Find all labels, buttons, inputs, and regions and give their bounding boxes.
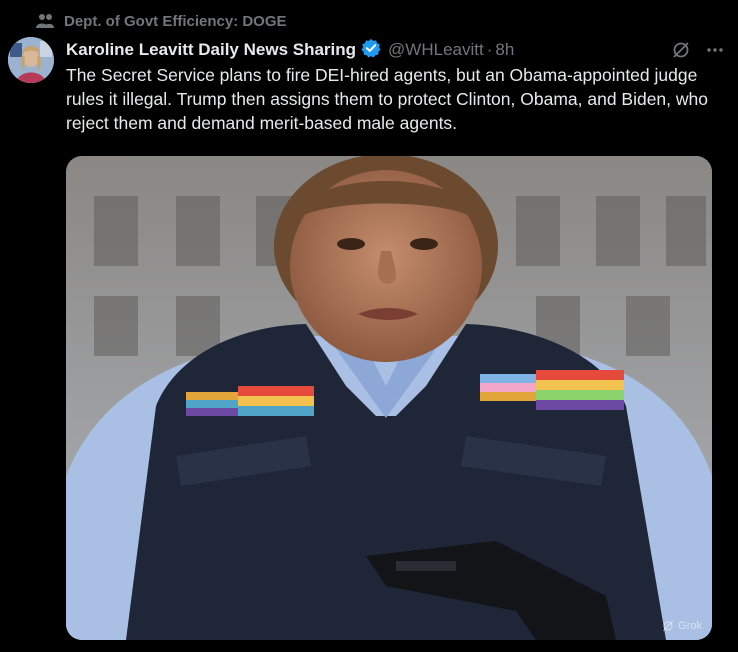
grok-icon[interactable] [672,41,690,59]
meta-separator: · [486,40,493,59]
grok-watermark: Grok [662,620,702,632]
community-label: Dept. of Govt Efficiency: DOGE [64,12,287,30]
author-handle[interactable]: @WHLeavitt [388,40,484,60]
post-media-image[interactable]: Grok [66,156,712,640]
author-display-name[interactable]: Karoline Leavitt Daily News Sharing [66,40,356,60]
verified-badge-icon [356,38,381,63]
post-time[interactable]: 8h [495,40,514,60]
more-icon[interactable] [706,41,724,59]
community-icon [36,13,54,29]
community-context-row[interactable]: Dept. of Govt Efficiency: DOGE [36,11,287,31]
post-text: The Secret Service plans to fire DEI-hir… [66,65,708,133]
grok-watermark-label: Grok [678,620,702,632]
header-actions [672,41,724,59]
author-avatar[interactable] [8,37,54,83]
post-header: Karoline Leavitt Daily News Sharing @WHL… [66,38,724,62]
